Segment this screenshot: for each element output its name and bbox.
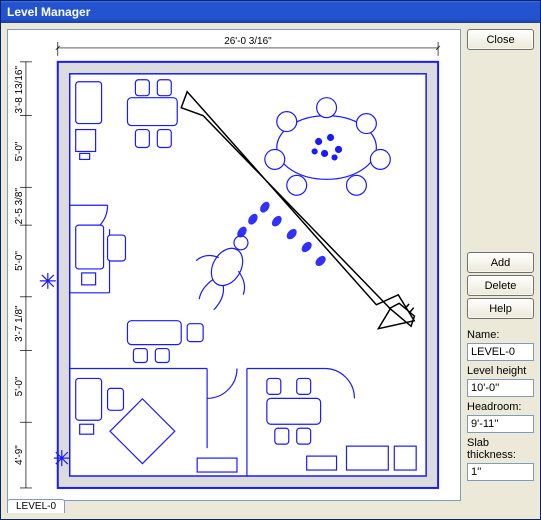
- dim-l5: 3'-7 1/8": [14, 305, 25, 342]
- headroom-label: Headroom:: [467, 399, 534, 413]
- floorplan-canvas[interactable]: 26'-0 3/16" 3'-8 13/16" 5'-0" 2'-5 3/8" …: [7, 29, 461, 501]
- level-tab[interactable]: LEVEL-0: [7, 499, 65, 513]
- slab-input[interactable]: [467, 463, 534, 481]
- dim-l1: 3'-8 13/16": [14, 66, 25, 114]
- level-height-label: Level height: [467, 363, 534, 377]
- headroom-input[interactable]: [467, 415, 534, 433]
- dim-l2: 5'-0": [14, 141, 25, 161]
- level-manager-window: Level Manager 26'-0 3/16": [0, 0, 541, 520]
- window-title: Level Manager: [7, 5, 90, 19]
- dim-l6: 5'-0": [14, 376, 25, 396]
- dim-l3: 2'-5 3/8": [14, 188, 25, 225]
- slab-label: Slab thickness:: [467, 435, 534, 461]
- close-button[interactable]: Close: [467, 29, 534, 50]
- name-label: Name:: [467, 327, 534, 341]
- delete-button[interactable]: Delete: [467, 275, 534, 296]
- dim-l7: 4'-9": [14, 445, 25, 465]
- titlebar[interactable]: Level Manager: [1, 1, 540, 23]
- floorplan-svg: 26'-0 3/16" 3'-8 13/16" 5'-0" 2'-5 3/8" …: [8, 30, 460, 500]
- content-area: 26'-0 3/16" 3'-8 13/16" 5'-0" 2'-5 3/8" …: [1, 23, 540, 519]
- dim-top: 26'-0 3/16": [224, 36, 272, 47]
- name-input[interactable]: [467, 343, 534, 361]
- dim-l4: 5'-0": [14, 251, 25, 271]
- side-panel: Close Add Delete Help Name: Level height…: [467, 29, 534, 513]
- help-button[interactable]: Help: [467, 298, 534, 319]
- add-button[interactable]: Add: [467, 252, 534, 273]
- level-height-input[interactable]: [467, 379, 534, 397]
